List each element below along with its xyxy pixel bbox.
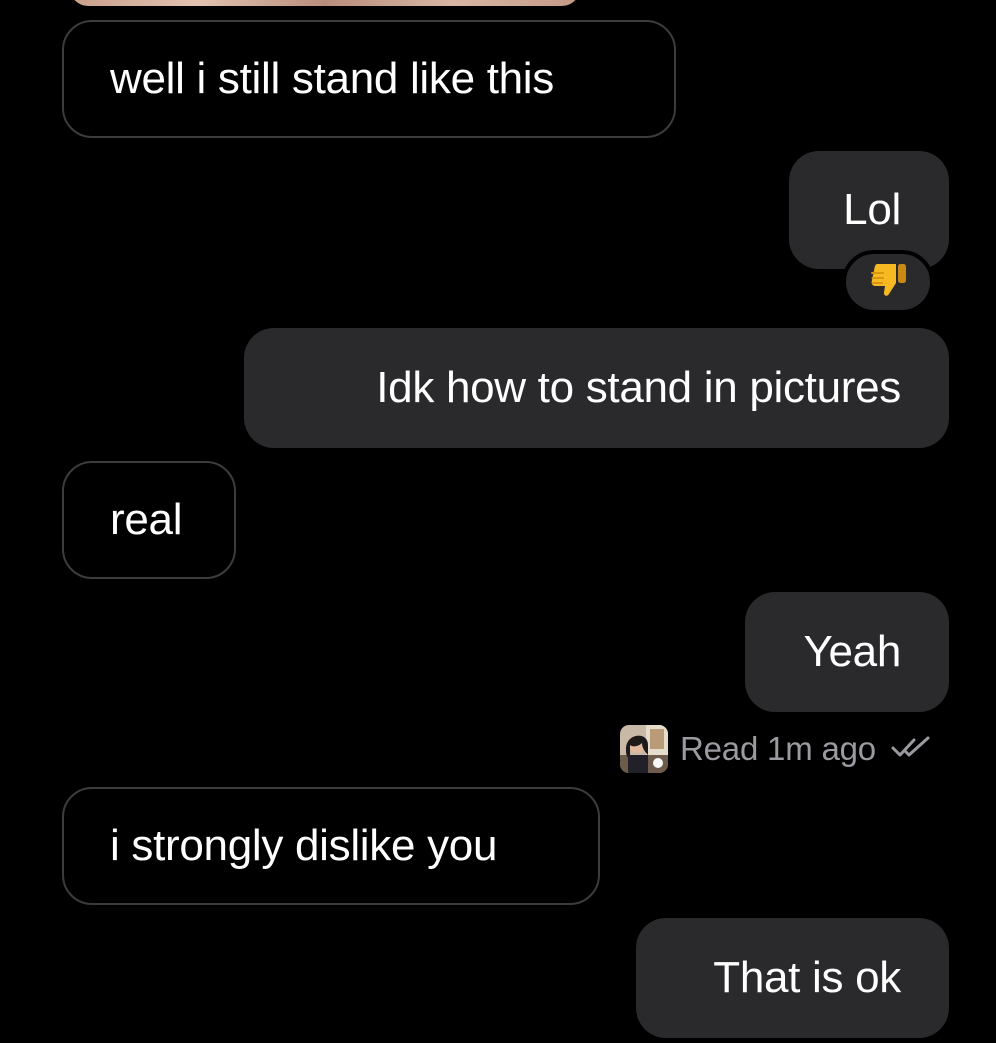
reaction-badge[interactable] — [842, 250, 934, 314]
read-receipt: Read 1m ago — [620, 724, 932, 774]
message-text: i strongly dislike you — [110, 821, 498, 870]
double-check-icon — [890, 735, 932, 766]
read-receipt-text: Read 1m ago — [680, 730, 876, 767]
message-text: Yeah — [803, 627, 901, 676]
thumbs-down-emoji-icon — [867, 259, 909, 306]
message-text: well i still stand like this — [110, 54, 554, 103]
message-bubble-incoming[interactable]: i strongly dislike you — [62, 787, 600, 905]
message-bubble-outgoing[interactable]: Yeah — [745, 592, 949, 712]
message-bubble-outgoing[interactable]: Idk how to stand in pictures — [244, 328, 949, 448]
message-bubble-incoming[interactable]: well i still stand like this — [62, 20, 676, 138]
message-bubble-incoming[interactable]: real — [62, 461, 236, 579]
avatar[interactable] — [620, 725, 668, 773]
message-text: Lol — [843, 185, 901, 234]
message-text: real — [110, 495, 183, 544]
message-bubble-outgoing[interactable]: That is ok — [636, 918, 949, 1038]
message-text: Idk how to stand in pictures — [376, 363, 901, 412]
shared-photo-edge[interactable] — [70, 0, 580, 6]
message-text: That is ok — [713, 953, 901, 1002]
